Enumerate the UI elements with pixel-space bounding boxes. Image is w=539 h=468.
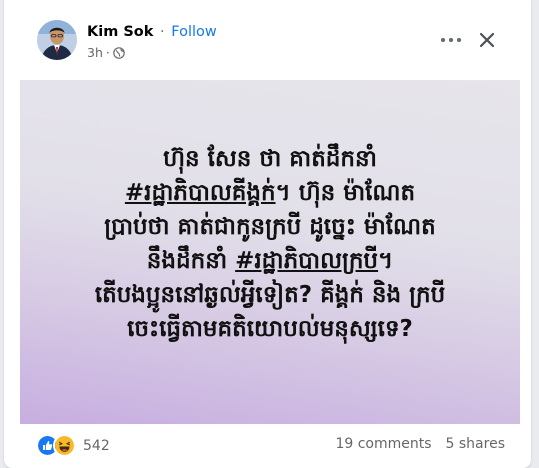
text-line: ប្រាប់ថា គាត់ជាកូនក្របី ដូច្នេះ ម៉ាណែត bbox=[104, 214, 436, 240]
text-line: ហ៊ុន សែន ថា គាត់ដឹកនាំ bbox=[163, 146, 377, 172]
author-name[interactable]: Kim Sok bbox=[87, 24, 153, 40]
shares-count[interactable]: 5 shares bbox=[446, 436, 505, 452]
text-line: ចេះធ្វើតាមគតិយោបល់មនុស្សទេ? bbox=[127, 316, 413, 342]
engagement-stats: 19 comments 5 shares bbox=[335, 436, 505, 452]
author-line: Kim Sok · Follow bbox=[87, 24, 217, 40]
reaction-count: 542 bbox=[83, 437, 110, 454]
haha-icon bbox=[53, 434, 76, 457]
separator-dot: · bbox=[105, 45, 110, 60]
avatar-image bbox=[37, 20, 77, 60]
close-icon[interactable] bbox=[473, 26, 501, 54]
hashtag-link[interactable]: #រដ្ឋាភិបាលក្របី bbox=[235, 248, 378, 274]
globe-icon bbox=[113, 46, 125, 59]
text-fragment: ។ ហ៊ុន ម៉ាណែត bbox=[275, 180, 416, 206]
text-line: #រដ្ឋាភិបាលគីង្គក់។ ហ៊ុន ម៉ាណែត bbox=[20, 176, 520, 210]
post-header: Kim Sok · Follow 3h · bbox=[4, 0, 531, 80]
post-time[interactable]: 3h bbox=[87, 45, 103, 60]
text-line: នឹងដឹកនាំ #រដ្ឋាភិបាលក្របី។ bbox=[20, 244, 520, 278]
post-image-text: ហ៊ុន សែន ថា គាត់ដឹកនាំ #រដ្ឋាភិបាលគីង្គក… bbox=[20, 142, 520, 346]
text-line: តើបងប្អូននៅឆ្ងល់អ្វីទៀត? គីង្គក់ និង ក្រ… bbox=[94, 282, 446, 308]
more-options-icon[interactable] bbox=[441, 34, 461, 46]
comments-count[interactable]: 19 comments bbox=[335, 436, 431, 452]
avatar[interactable] bbox=[37, 20, 77, 60]
post-meta: 3h · bbox=[87, 45, 125, 60]
post-image[interactable]: ហ៊ុន សែន ថា គាត់ដឹកនាំ #រដ្ឋាភិបាលគីង្គក… bbox=[20, 80, 520, 424]
post-card: Kim Sok · Follow 3h · ហ៊ុន សែន ថា គាត់ដឹ… bbox=[4, 0, 531, 468]
separator-dot: · bbox=[160, 24, 165, 40]
text-fragment: ។ bbox=[378, 248, 394, 274]
hashtag-link[interactable]: #រដ្ឋាភិបាលគីង្គក់ bbox=[125, 180, 276, 206]
follow-button[interactable]: Follow bbox=[171, 24, 216, 40]
reactions-summary[interactable]: 542 bbox=[36, 434, 110, 457]
post-footer: 542 19 comments 5 shares bbox=[4, 424, 531, 468]
text-fragment: នឹងដឹកនាំ bbox=[146, 248, 236, 274]
